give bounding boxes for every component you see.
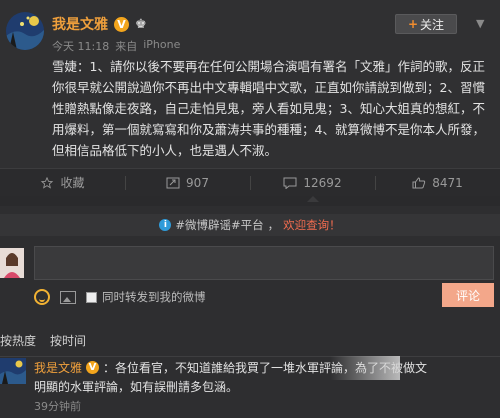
sort-tabs: 按热度 按时间: [0, 332, 86, 350]
weibo-post: 我是文雅 V ♚ 今天 11:18 来自 iPhone + 关注 ▼ 雪婕：1、…: [0, 0, 500, 168]
info-icon: i: [159, 219, 172, 231]
comment-tools: 同时转发到我的微博: [34, 286, 206, 308]
comment-button[interactable]: 12692: [250, 169, 375, 202]
comment-count: 12692: [303, 175, 342, 190]
action-bar: 收藏 907 12692 8471: [0, 168, 500, 202]
fade-overlay: [330, 356, 400, 380]
rumor-notice-separator: ，: [267, 218, 280, 232]
post-time[interactable]: 今天 11:18: [52, 38, 109, 54]
rumor-notice: i #微博辟谣#平台 ，欢迎查询！: [0, 214, 500, 236]
crown-icon: ♚: [135, 16, 147, 32]
chevron-down-icon[interactable]: ▼: [476, 17, 484, 30]
comment-author-avatar[interactable]: [0, 358, 26, 384]
submit-comment-button[interactable]: 评论: [442, 283, 494, 307]
post-text: 雪婕：1、請你以後不要再在任何公開場合演唱有署名「文雅」作詞的歌，反正你很早就公…: [52, 59, 485, 158]
comment-author-name[interactable]: 我是文雅: [34, 359, 82, 376]
rumor-notice-tag[interactable]: #微博辟谣#平台: [175, 217, 263, 233]
follow-button[interactable]: + 关注: [395, 14, 457, 34]
verified-badge-icon: V: [114, 16, 129, 32]
repost-icon: [166, 177, 180, 188]
repost-checkbox-row[interactable]: 同时转发到我的微博: [86, 289, 206, 305]
comment-text-line2: 明顯的水軍評論，如有誤刪請多包涵。: [34, 380, 239, 394]
tab-sort-by-time[interactable]: 按时间: [50, 332, 86, 350]
comment-time: 39分钟前: [34, 400, 81, 413]
tab-sort-by-hot[interactable]: 按热度: [0, 332, 36, 350]
repost-checkbox[interactable]: [86, 291, 97, 303]
author-row: 我是文雅 V ♚: [52, 14, 147, 34]
repost-button[interactable]: 907: [125, 169, 250, 196]
like-count: 8471: [432, 175, 463, 190]
repost-count: 907: [186, 175, 209, 190]
author-name[interactable]: 我是文雅: [52, 14, 108, 34]
comment-textarea[interactable]: [34, 246, 494, 280]
star-icon: [41, 176, 54, 189]
verified-badge-icon: V: [86, 360, 100, 374]
favorite-label: 收藏: [60, 176, 85, 190]
favorite-button[interactable]: 收藏: [0, 169, 125, 196]
image-icon[interactable]: [60, 290, 76, 304]
post-meta: 今天 11:18 来自 iPhone: [52, 38, 180, 54]
author-avatar[interactable]: [6, 12, 44, 50]
repost-checkbox-label: 同时转发到我的微博: [102, 290, 206, 304]
follow-label: 关注: [420, 17, 445, 32]
post-source: iPhone: [143, 38, 181, 51]
divider: [0, 356, 500, 357]
plus-icon: +: [407, 17, 419, 31]
thumbs-up-icon: [412, 176, 426, 188]
like-button[interactable]: 8471: [375, 169, 500, 196]
rumor-notice-highlight: 欢迎查询！: [283, 218, 341, 232]
comment-panel: i #微博辟谣#平台 ，欢迎查询！ 同时转发到我的微博 评论 按热度 按时间 我是…: [0, 206, 500, 418]
source-prefix: 来自: [115, 40, 138, 53]
emoji-icon[interactable]: [34, 289, 50, 305]
comment-icon: [283, 177, 297, 189]
current-user-avatar: [0, 248, 24, 278]
